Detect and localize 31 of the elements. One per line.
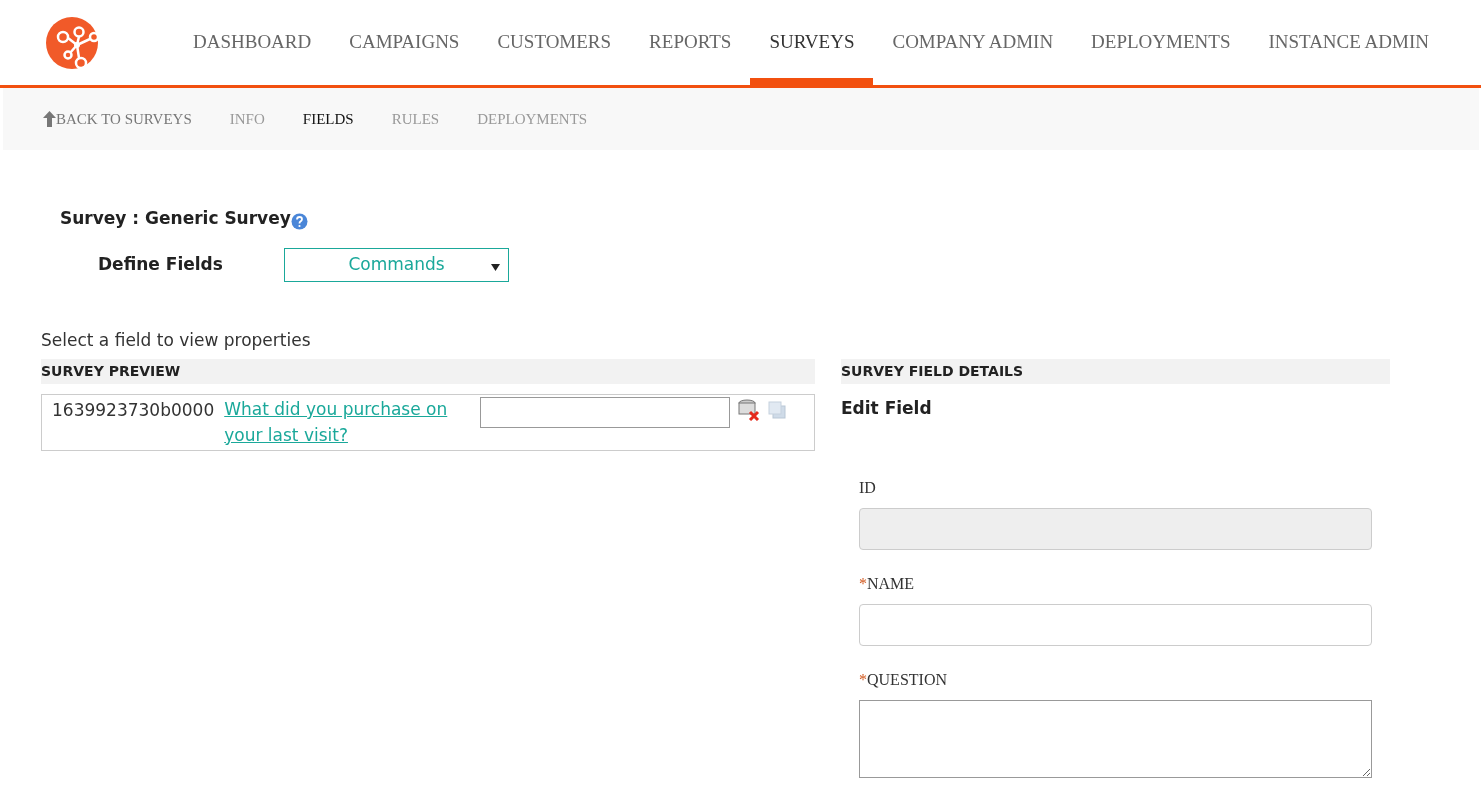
survey-title: Survey : Generic Survey (60, 207, 291, 230)
copy-icon[interactable] (768, 401, 787, 419)
define-fields-label: Define Fields (98, 252, 224, 276)
name-field[interactable] (859, 603, 1372, 646)
delete-icon[interactable] (738, 399, 761, 421)
section-heading: SURVEY FIELD DETAILS (841, 359, 1390, 384)
caret-icon (491, 263, 500, 271)
edit-field-title: Edit Field (841, 397, 933, 420)
up-arrow-icon (43, 111, 56, 127)
field-label: ID (859, 477, 877, 498)
nav-tab[interactable]: CAMPAIGNS (330, 0, 479, 88)
commands-dropdown[interactable]: Commands (284, 247, 509, 282)
nav-tab[interactable]: DEPLOYMENTS (1072, 0, 1250, 88)
nav-tab[interactable]: DASHBOARD (174, 0, 331, 88)
field-label: *NAME (859, 573, 916, 594)
nav-tab[interactable]: INSTANCE ADMIN (1249, 0, 1448, 88)
question-link[interactable]: What did you purchase on your last visit? (224, 397, 475, 448)
logo-icon[interactable] (46, 16, 98, 69)
section-heading: SURVEY PREVIEW (41, 359, 815, 384)
nav-tab[interactable]: COMPANY ADMIN (873, 0, 1073, 88)
question-field[interactable] (859, 699, 1372, 778)
help-icon[interactable] (290, 213, 308, 231)
id-field[interactable] (859, 507, 1372, 550)
field-id: 1639923730b0000 (52, 399, 215, 422)
field-label: *QUESTION (859, 669, 948, 690)
hint-text: Select a field to view properties (41, 328, 312, 352)
answer-input[interactable] (480, 397, 731, 428)
nav-tab[interactable]: CUSTOMERS (478, 0, 631, 88)
sub-tab[interactable]: FIELDS (302, 107, 354, 131)
nav-tab[interactable]: REPORTS (630, 0, 751, 88)
back-link[interactable]: BACK TO SURVEYS (43, 107, 192, 131)
